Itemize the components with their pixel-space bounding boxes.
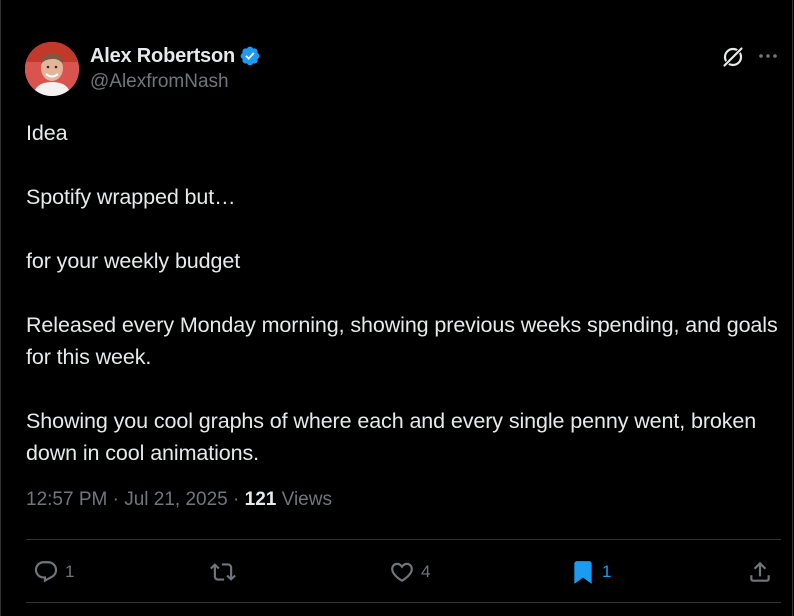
tweet-paragraph: Idea xyxy=(26,121,68,145)
like-button[interactable]: 4 xyxy=(389,556,430,588)
heart-icon xyxy=(391,562,413,582)
author-handle[interactable]: @AlexfromNash xyxy=(90,71,261,93)
tweet-meta: 12:57 PM · Jul 21, 2025 · 121 Views xyxy=(26,489,332,511)
previous-content-fragment xyxy=(1,0,201,4)
tweet-paragraph: for your weekly budget xyxy=(26,249,241,273)
reply-count: 1 xyxy=(65,562,75,581)
repost-button[interactable] xyxy=(210,556,242,588)
meta-separator: · xyxy=(233,489,240,510)
avatar-image xyxy=(25,42,79,96)
views-count[interactable]: 121 xyxy=(245,489,277,510)
avatar[interactable] xyxy=(25,42,79,96)
bookmark-count: 1 xyxy=(602,562,612,581)
divider xyxy=(26,602,781,603)
author-display-name[interactable]: Alex Robertson xyxy=(90,45,235,68)
tweet-paragraph: Released every Monday morning, showing p… xyxy=(26,313,778,369)
bookmark-button[interactable]: 1 xyxy=(570,556,611,588)
author-info: Alex Robertson @AlexfromNash xyxy=(90,44,261,93)
tweet-paragraph: Spotify wrapped but… xyxy=(26,185,236,209)
verified-badge-icon[interactable] xyxy=(239,45,261,67)
share-button[interactable] xyxy=(747,556,773,588)
tweet-paragraph: Showing you cool graphs of where each an… xyxy=(26,409,757,465)
like-count: 4 xyxy=(421,562,431,581)
grok-icon[interactable] xyxy=(720,44,746,70)
divider xyxy=(26,539,781,540)
tweet-text: Idea Spotify wrapped but… for your weekl… xyxy=(26,117,786,469)
repost-icon xyxy=(210,563,236,581)
author-name-row: Alex Robertson xyxy=(90,44,261,68)
meta-separator: · xyxy=(112,489,119,510)
reply-icon xyxy=(34,561,58,583)
tweet-time[interactable]: 12:57 PM xyxy=(26,489,107,510)
tweet-date[interactable]: Jul 21, 2025 xyxy=(124,489,228,510)
bookmark-icon xyxy=(574,561,592,584)
views-label[interactable]: Views xyxy=(282,489,332,510)
share-icon xyxy=(750,561,770,582)
reply-button[interactable]: 1 xyxy=(33,556,74,588)
more-icon[interactable] xyxy=(757,45,779,67)
tweet-container: Alex Robertson @AlexfromNash Idea Spotif… xyxy=(0,0,793,616)
